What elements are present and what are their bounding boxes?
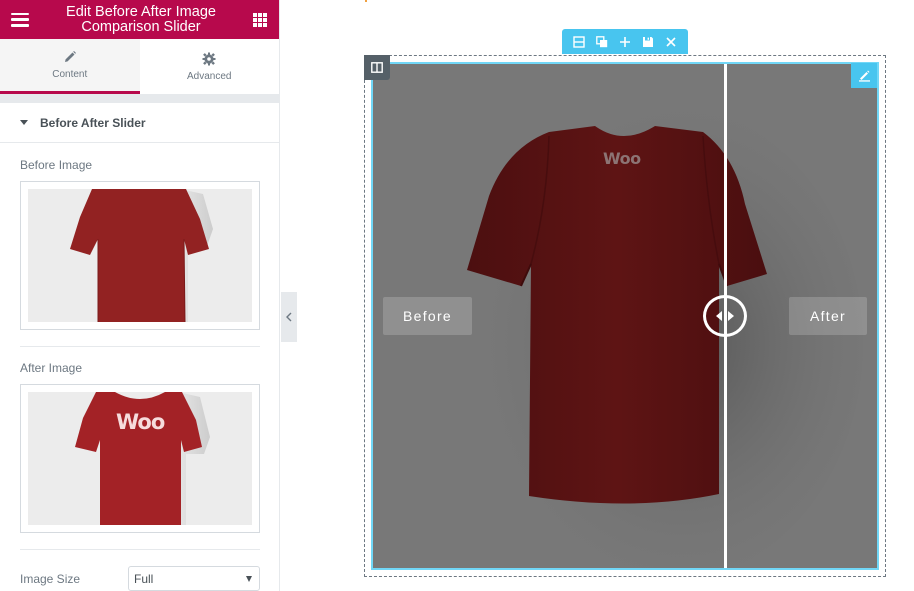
shirt-woo-text: Woo xyxy=(603,149,641,168)
tab-content-label: Content xyxy=(52,69,88,80)
grid-icon[interactable] xyxy=(253,12,267,27)
panel-title-line2: Comparison Slider xyxy=(81,18,201,35)
preview-marker xyxy=(365,0,367,2)
image-size-value: Full xyxy=(134,572,154,586)
arrow-left-icon xyxy=(716,311,722,321)
sidebar-header: Edit Before After Image Comparison Slide… xyxy=(0,0,279,39)
pencil-icon xyxy=(63,50,77,64)
after-label: After xyxy=(789,297,867,335)
edit-section-icon[interactable] xyxy=(571,34,587,50)
edit-widget-button[interactable] xyxy=(851,63,877,88)
editor-app: Edit Before After Image Comparison Slide… xyxy=(0,0,914,591)
panel-title-line1: Edit Before After Image xyxy=(66,3,216,20)
before-label: Before xyxy=(383,297,472,335)
before-image-thumbnail xyxy=(28,189,252,322)
caret-down-icon xyxy=(20,120,28,125)
tab-separator xyxy=(0,94,279,103)
tab-advanced-label: Advanced xyxy=(187,70,232,82)
thumbnail-woo-text: Woo xyxy=(116,410,165,434)
section-toolbar xyxy=(562,29,688,54)
gear-icon xyxy=(202,52,216,66)
tab-content[interactable]: Content xyxy=(0,39,140,94)
image-size-label: Image Size xyxy=(20,572,81,586)
add-icon[interactable] xyxy=(617,34,633,50)
section-title: Before After Slider xyxy=(40,115,146,130)
slider-handle[interactable] xyxy=(703,295,747,337)
column-handle[interactable] xyxy=(364,55,390,80)
arrow-right-icon xyxy=(728,311,734,321)
chevron-left-icon xyxy=(286,312,292,322)
editor-sidebar: Edit Before After Image Comparison Slide… xyxy=(0,0,280,591)
columns-icon xyxy=(371,62,383,73)
after-image-thumbnail: Woo xyxy=(28,392,252,525)
field-divider xyxy=(20,549,260,550)
close-icon[interactable] xyxy=(663,34,679,50)
section-before-after-slider[interactable]: Before After Slider xyxy=(0,103,279,143)
dropdown-arrow-icon xyxy=(246,576,252,582)
collapse-panel-button[interactable] xyxy=(281,292,297,342)
before-image-picker[interactable] xyxy=(20,181,260,330)
panel-tabs: Content Advanced xyxy=(0,39,279,94)
image-size-select[interactable]: Full xyxy=(128,566,260,591)
before-image-label: Before Image xyxy=(20,158,93,172)
hamburger-icon[interactable] xyxy=(11,12,29,27)
tab-advanced[interactable]: Advanced xyxy=(140,39,280,94)
after-image-label: After Image xyxy=(20,361,83,375)
after-image-picker[interactable]: Woo xyxy=(20,384,260,533)
panel-title: Edit Before After Image Comparison Slide… xyxy=(29,3,253,35)
save-icon[interactable] xyxy=(640,34,656,50)
duplicate-icon[interactable] xyxy=(594,34,610,50)
field-divider xyxy=(20,346,260,347)
pencil-icon xyxy=(858,70,870,82)
